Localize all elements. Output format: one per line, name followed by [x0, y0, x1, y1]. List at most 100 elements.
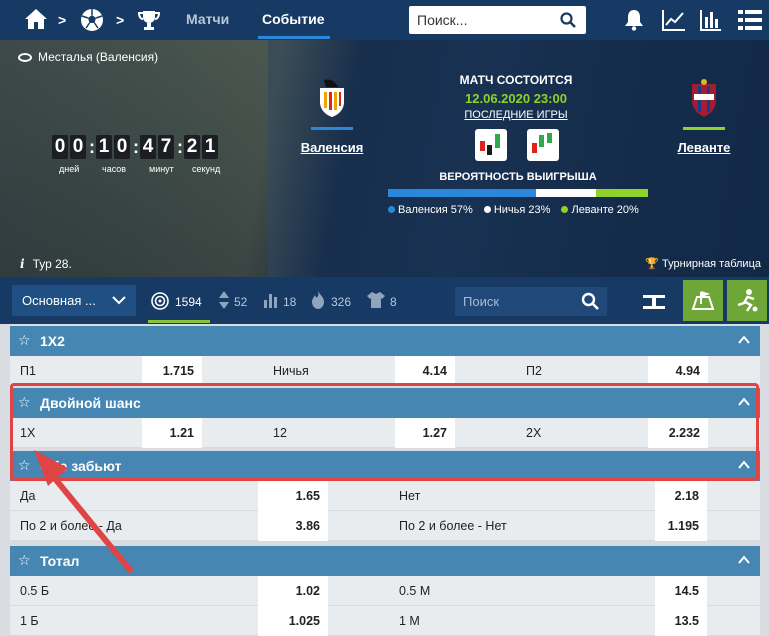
outcome-name[interactable]: По 2 и более - Да	[10, 511, 258, 541]
player-view-button[interactable]	[727, 280, 767, 321]
timer-label-days: дней	[59, 164, 80, 174]
win-probability-legend: Валенсия 57% Ничья 23% Леванте 20%	[388, 204, 650, 216]
probability-segment-home	[388, 189, 537, 197]
legend-draw: Ничья 23%	[493, 204, 551, 216]
odd-button[interactable]: 1.025	[258, 606, 328, 636]
search-placeholder: Поиск...	[417, 12, 468, 28]
tab-matches[interactable]: Матчи	[186, 11, 229, 27]
odd-button[interactable]: 14.5	[655, 576, 707, 606]
columns-layout-icon	[643, 295, 665, 309]
odd-button[interactable]: 4.14	[395, 356, 455, 386]
home-team[interactable]: Валенсия	[300, 78, 364, 155]
bell-icon[interactable]	[624, 9, 644, 31]
market-group-select[interactable]: Основная ...	[12, 285, 136, 316]
stat-all-markets[interactable]: 1594	[175, 295, 202, 309]
market-row: 0.5 Б 1.02 0.5 М 14.5	[10, 576, 760, 606]
outcome-name[interactable]: По 2 и более - Нет	[389, 511, 655, 541]
info-icon[interactable]: i	[20, 257, 25, 271]
odd-button[interactable]: 1.65	[258, 481, 328, 511]
market-row: По 2 и более - Да 3.86 По 2 и более - Нет 1…	[10, 511, 760, 541]
star-icon[interactable]: ☆	[18, 552, 31, 569]
list-menu-icon[interactable]	[738, 9, 762, 31]
last-games-link[interactable]: ПОСЛЕДНИЕ ИГРЫ	[434, 109, 598, 121]
market-row: П1 1.715 Ничья 4.14 П2 4.94	[10, 356, 760, 386]
star-icon[interactable]: ☆	[18, 332, 31, 349]
search-icon[interactable]	[581, 292, 599, 310]
odd-button[interactable]: 1.195	[655, 511, 707, 541]
bars-icon[interactable]	[264, 292, 278, 308]
timer-digit: 0	[52, 135, 68, 159]
line-chart-icon[interactable]	[662, 9, 686, 31]
standings-link[interactable]: 🏆 Турнирная таблица	[645, 257, 761, 270]
shirt-icon[interactable]	[367, 292, 385, 308]
outcome-name[interactable]: П2	[516, 356, 648, 386]
outcome-name[interactable]: Ничья	[263, 356, 395, 386]
trophy-icon: 🏆	[645, 258, 663, 270]
chevron-down-icon	[112, 296, 126, 305]
outcome-name[interactable]: 0.5 М	[389, 576, 655, 606]
updown-icon[interactable]	[219, 291, 229, 309]
round-info: i Тур 28.	[20, 257, 72, 271]
outcome-name[interactable]: 0.5 Б	[10, 576, 258, 606]
chevron-up-icon[interactable]	[738, 554, 750, 566]
stat-updown[interactable]: 52	[234, 295, 247, 309]
top-navigation: > > Матчи Событие Поиск...	[0, 0, 769, 40]
stat-fire[interactable]: 326	[331, 295, 351, 309]
chevron-right-icon: >	[116, 12, 125, 28]
odd-button[interactable]: 1.02	[258, 576, 328, 606]
legend-dot-home	[388, 206, 395, 213]
chevron-up-icon[interactable]	[738, 334, 750, 346]
field-view-button[interactable]	[683, 280, 723, 321]
odd-button[interactable]: 13.5	[655, 606, 707, 636]
outcome-name[interactable]: Нет	[389, 481, 655, 511]
market-header[interactable]: ☆ 1X2	[10, 326, 760, 356]
layout-toggle-button[interactable]	[634, 280, 674, 321]
odd-button[interactable]: 1.715	[142, 356, 202, 386]
away-form-chart-icon[interactable]	[527, 129, 559, 161]
market-search-input[interactable]: Поиск	[455, 287, 607, 316]
outcome-name[interactable]: 1 Б	[10, 606, 258, 636]
active-tab-indicator	[258, 36, 330, 39]
trophy-icon[interactable]	[138, 9, 160, 31]
legend-dot-away	[561, 206, 569, 213]
match-hero-banner: Месталья (Валенсия) 0 0 : 1 0 : 4 7 : 2 …	[0, 40, 769, 277]
standings-label: Турнирная таблица	[662, 258, 761, 270]
active-filter-indicator	[148, 320, 210, 323]
timer-colon: :	[133, 137, 139, 157]
outcome-name[interactable]: Да	[10, 481, 258, 511]
countdown-timer: 0 0 : 1 0 : 4 7 : 2 1	[52, 135, 220, 159]
home-form-chart-icon[interactable]	[475, 129, 507, 161]
tab-event[interactable]: Событие	[262, 11, 325, 27]
stat-shirt[interactable]: 8	[390, 295, 397, 309]
odd-button[interactable]: 3.86	[258, 511, 328, 541]
market-row: 1 Б 1.025 1 М 13.5	[10, 606, 760, 636]
levante-crest-icon	[692, 79, 716, 117]
timer-digit: 1	[202, 135, 218, 159]
stadium-icon	[18, 53, 32, 62]
target-icon[interactable]	[151, 292, 169, 310]
stat-bars[interactable]: 18	[283, 295, 296, 309]
legend-dot-draw	[483, 206, 491, 213]
market-search-placeholder: Поиск	[463, 294, 500, 309]
bar-chart-icon[interactable]	[700, 9, 722, 31]
soccer-ball-icon[interactable]	[80, 8, 104, 32]
probability-segment-away	[595, 189, 648, 197]
odd-button[interactable]: 4.94	[648, 356, 708, 386]
player-kick-icon	[737, 289, 758, 312]
markets-toolbar: Основная ... 1594 52 18 326 8 Поиск	[0, 277, 769, 324]
home-team-name[interactable]: Валенсия	[300, 140, 364, 155]
market-row: Да 1.65 Нет 2.18	[10, 481, 760, 511]
outcome-name[interactable]: П1	[10, 356, 142, 386]
fire-icon[interactable]	[311, 291, 325, 309]
match-date: 12.06.2020 23:00	[465, 91, 567, 106]
odd-button[interactable]: 2.18	[655, 481, 707, 511]
search-input[interactable]: Поиск...	[409, 6, 586, 34]
away-team-name[interactable]: Леванте	[672, 140, 736, 155]
outcome-name[interactable]: 1 М	[389, 606, 655, 636]
away-team[interactable]: Леванте	[672, 78, 736, 155]
timer-label-minutes: минут	[149, 164, 174, 174]
home-icon[interactable]	[24, 8, 48, 30]
market-header[interactable]: ☆ Тотал	[10, 546, 760, 576]
timer-digit: 0	[70, 135, 86, 159]
search-icon[interactable]	[560, 12, 576, 28]
